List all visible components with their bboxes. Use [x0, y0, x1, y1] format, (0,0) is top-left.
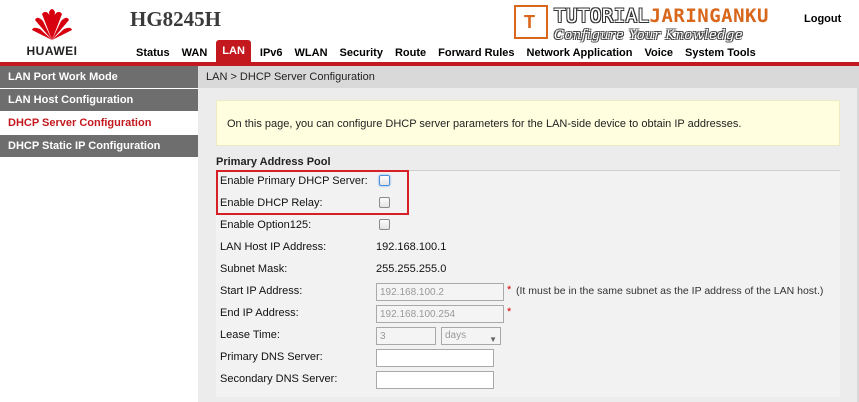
row-enable-primary: Enable Primary DHCP Server:: [216, 171, 840, 193]
row-secondary-dns: Secondary DNS Server:: [216, 369, 840, 391]
info-text: On this page, you can configure DHCP ser…: [227, 118, 742, 130]
huawei-logo: HUAWEI: [22, 6, 82, 58]
lan-host-ip-value: 192.168.100.1: [376, 241, 447, 253]
label-enable-option125: Enable Option125:: [220, 219, 312, 231]
nav-security[interactable]: Security: [334, 44, 389, 62]
label-enable-relay: Enable DHCP Relay:: [220, 197, 323, 209]
start-ip-note: (It must be in the same subnet as the IP…: [516, 285, 824, 297]
row-enable-relay: Enable DHCP Relay:: [216, 193, 840, 215]
nav-forward-rules[interactable]: Forward Rules: [432, 44, 520, 62]
start-ip-input[interactable]: [376, 283, 504, 301]
enable-dhcp-relay-checkbox[interactable]: [379, 197, 390, 208]
nav-network-application[interactable]: Network Application: [521, 44, 639, 62]
enable-primary-dhcp-checkbox[interactable]: [379, 175, 390, 186]
huawei-flower-icon: [32, 9, 72, 40]
tutorial-watermark: T TUTORIALJARINGANKU Configure Your Know…: [514, 5, 778, 45]
sidebar-item-lan-port-work-mode[interactable]: LAN Port Work Mode: [0, 66, 198, 89]
secondary-dns-input[interactable]: [376, 371, 494, 389]
row-lan-host-ip: LAN Host IP Address: 192.168.100.1: [216, 237, 840, 259]
row-start-ip: Start IP Address: * (It must be in the s…: [216, 281, 840, 303]
required-mark: *: [507, 306, 512, 318]
nav-ipv6[interactable]: IPv6: [254, 44, 289, 62]
watermark-title-a: TUTORIAL: [554, 5, 650, 27]
lease-time-input[interactable]: [376, 327, 436, 345]
nav-voice[interactable]: Voice: [638, 44, 679, 62]
label-lan-host-ip: LAN Host IP Address:: [220, 241, 327, 253]
section-title: Primary Address Pool: [216, 154, 840, 171]
top-nav: Status WAN LAN IPv6 WLAN Security Route …: [130, 40, 762, 62]
label-lease-time: Lease Time:: [220, 329, 280, 341]
info-box: On this page, you can configure DHCP ser…: [216, 100, 840, 146]
nav-route[interactable]: Route: [389, 44, 432, 62]
end-ip-input[interactable]: [376, 305, 504, 323]
nav-wlan[interactable]: WLAN: [289, 44, 334, 62]
row-lease-time: Lease Time: days ▼: [216, 325, 840, 347]
sidebar: LAN Port Work Mode LAN Host Configuratio…: [0, 66, 198, 402]
enable-option125-checkbox[interactable]: [379, 219, 390, 230]
nav-system-tools[interactable]: System Tools: [679, 44, 762, 62]
nav-lan[interactable]: LAN: [216, 40, 251, 62]
dhcp-form: Enable Primary DHCP Server: Enable DHCP …: [216, 171, 840, 397]
watermark-box: T: [514, 5, 548, 39]
nav-wan[interactable]: WAN: [176, 44, 214, 62]
row-end-ip: End IP Address: *: [216, 303, 840, 325]
required-mark: *: [507, 284, 512, 296]
lease-unit-value: days: [445, 330, 467, 341]
label-primary-dns: Primary DNS Server:: [220, 351, 323, 363]
label-secondary-dns: Secondary DNS Server:: [220, 373, 338, 385]
watermark-title: TUTORIALJARINGANKU: [554, 5, 769, 27]
device-model: HG8245H: [130, 7, 222, 31]
header: HUAWEI HG8245H T TUTORIALJARINGANKU Conf…: [0, 0, 859, 62]
sidebar-item-dhcp-server-configuration[interactable]: DHCP Server Configuration: [0, 112, 198, 135]
main-content: LAN > DHCP Server Configuration On this …: [198, 66, 859, 402]
row-primary-dns: Primary DNS Server:: [216, 347, 840, 369]
label-enable-primary: Enable Primary DHCP Server:: [220, 175, 368, 187]
sidebar-item-dhcp-static-ip-configuration[interactable]: DHCP Static IP Configuration: [0, 135, 198, 158]
row-subnet-mask: Subnet Mask: 255.255.255.0: [216, 259, 840, 281]
label-end-ip: End IP Address:: [220, 307, 299, 319]
chevron-down-icon: ▼: [489, 335, 497, 344]
row-enable-option125: Enable Option125:: [216, 215, 840, 237]
lease-unit-select[interactable]: days ▼: [441, 327, 501, 345]
nav-status[interactable]: Status: [130, 44, 176, 62]
watermark-box-letter: T: [524, 12, 535, 32]
brand-name: HUAWEI: [26, 44, 78, 58]
primary-dns-input[interactable]: [376, 349, 494, 367]
label-start-ip: Start IP Address:: [220, 285, 303, 297]
sidebar-item-lan-host-configuration[interactable]: LAN Host Configuration: [0, 89, 198, 112]
breadcrumb: LAN > DHCP Server Configuration: [198, 66, 859, 88]
subnet-mask-value: 255.255.255.0: [376, 263, 447, 275]
watermark-title-b: JARINGANKU: [649, 5, 769, 27]
logout-link[interactable]: Logout: [804, 13, 841, 25]
label-subnet-mask: Subnet Mask:: [220, 263, 288, 275]
